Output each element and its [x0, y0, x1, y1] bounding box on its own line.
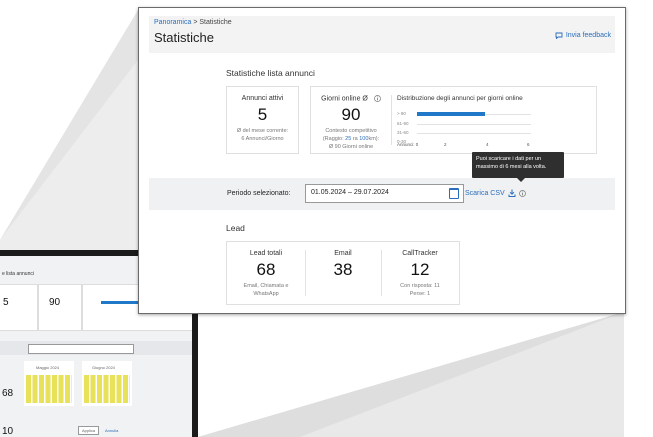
date-range-value: 01.05.2024 – 29.07.2024 — [311, 189, 389, 196]
period-label: Periodo selezionato: — [227, 190, 291, 197]
distribution-chart: Distribuzione degli annunci per giorni o… — [391, 87, 596, 153]
metric-note: Perse: 1 — [409, 291, 431, 297]
listings-section-title: Statistiche lista annunci — [226, 68, 315, 78]
metric-label: Annunci attivi — [241, 95, 284, 102]
distribution-row-label: 31-60 — [397, 130, 409, 135]
laptop-month-label: Maggio 2024 — [36, 365, 60, 370]
distribution-axis-label: 6 — [527, 142, 530, 147]
lead-card: Lead totali 68 Email, Chiamata e WhatsAp… — [226, 241, 460, 305]
laptop-period-band — [0, 341, 192, 355]
laptop-cancel-link: Annulla — [105, 428, 119, 433]
note-text: ra — [352, 136, 358, 142]
laptop-lead-value: 68 — [2, 388, 14, 399]
page-title: Statistiche — [154, 30, 214, 45]
metric-note: WhatsApp — [253, 291, 279, 297]
metric-value: 38 — [333, 260, 353, 279]
distribution-title: Distribuzione degli annunci per giorni o… — [397, 95, 523, 102]
distribution-row-label: > 90 — [397, 111, 406, 116]
laptop-card-online: 90 — [38, 284, 82, 331]
download-csv-label: Scarica CSV — [465, 189, 505, 197]
laptop-calendar-grid — [26, 375, 72, 403]
laptop-apply-button: Applica — [78, 426, 100, 435]
breadcrumb: Panoramica > Statistiche — [154, 19, 232, 26]
online-days-distribution-card: Giorni online Ø 90 Contesto competitivo … — [310, 86, 597, 154]
distribution-track — [417, 133, 531, 134]
distribution-axis-label: 2 — [444, 142, 447, 147]
laptop-month-label: Giugno 2024 — [92, 365, 115, 370]
metric-note: Ø del mese corrente: — [236, 128, 289, 134]
radius-min-link[interactable]: 25 — [345, 136, 351, 142]
distribution-bar — [417, 112, 485, 116]
note-text: (Raggio: — [322, 136, 344, 142]
comment-icon — [555, 32, 563, 39]
laptop-card-active: 5 — [0, 284, 38, 331]
laptop-bottom-value: 10 — [2, 426, 14, 437]
lead-calltracker-metric: CallTracker 12 Con risposta: 11 Perse: 1 — [381, 242, 459, 304]
laptop-calendar-grid — [84, 375, 130, 403]
metric-value: 5 — [257, 105, 268, 124]
metric-note-radius: (Raggio: 25 ra 100km): — [311, 135, 391, 143]
metric-note: 6 Annunci/Giorno — [241, 136, 284, 142]
metric-value: 90 — [341, 105, 361, 124]
metric-label: Giorni online Ø — [321, 95, 368, 103]
laptop-section-title: e lista annunci — [2, 271, 34, 277]
online-days-label-row: Giorni online Ø — [311, 95, 391, 102]
feedback-link[interactable]: Invia feedback — [555, 32, 611, 39]
metric-note: Contesto competitivo — [325, 128, 377, 134]
metric-value: 12 — [410, 260, 430, 279]
lead-total-metric: Lead totali 68 Email, Chiamata e WhatsAp… — [227, 242, 305, 304]
breadcrumb-current: Statistiche — [199, 19, 232, 26]
laptop-card-value: 90 — [49, 297, 61, 308]
csv-info-tooltip: Puoi scaricare i dati per un massimo di … — [472, 152, 564, 182]
statistics-window: Panoramica > Statistiche Statistiche Inv… — [138, 7, 626, 314]
online-days-metric: Giorni online Ø 90 Contesto competitivo … — [311, 87, 391, 153]
laptop-date-input — [28, 344, 134, 354]
tooltip-line: massimo di 6 mesi alla volta. — [476, 164, 547, 170]
download-icon — [508, 189, 516, 197]
breadcrumb-link-overview[interactable]: Panoramica — [154, 19, 191, 26]
feedback-label: Invia feedback — [565, 32, 611, 39]
active-listings-card: Annunci attivi 5 Ø del mese corrente: 6 … — [226, 86, 299, 154]
metric-label: Lead totali — [249, 250, 283, 257]
metric-label: Email — [334, 250, 352, 257]
laptop-calendar-month: Giugno 2024 — [82, 361, 132, 406]
tooltip-line: Puoi scaricare i dati per un — [476, 156, 542, 162]
metric-note: Con risposta: 11 — [400, 283, 440, 289]
date-range-input[interactable]: 01.05.2024 – 29.07.2024 — [305, 184, 464, 203]
metric-value: 68 — [256, 260, 276, 279]
tooltip-arrow — [517, 178, 525, 182]
distribution-axis-label: Annunci: 0 — [397, 142, 419, 147]
distribution-axis-label: 4 — [486, 142, 489, 147]
lead-email-metric: Email 38 — [305, 242, 381, 304]
distribution-track — [417, 124, 531, 125]
metric-note: Ø 90 Giorni online — [328, 144, 374, 150]
page-header: Panoramica > Statistiche Statistiche Inv… — [149, 16, 615, 53]
note-text: km): — [368, 136, 380, 142]
info-icon[interactable] — [518, 189, 526, 197]
laptop-card-value: 5 — [3, 297, 9, 308]
breadcrumb-separator: > — [193, 19, 198, 26]
distribution-row-label: 61-90 — [397, 121, 409, 126]
calendar-icon[interactable] — [449, 188, 459, 199]
download-csv-link[interactable]: Scarica CSV — [465, 189, 526, 197]
metric-label: CallTracker — [402, 250, 438, 257]
lead-section-title: Lead — [226, 223, 245, 233]
laptop-calendar-month: Maggio 2024 — [24, 361, 74, 406]
info-icon[interactable] — [373, 95, 381, 102]
period-selector-band: Periodo selezionato: 01.05.2024 – 29.07.… — [149, 178, 615, 210]
metric-note: Email, Chiamata e — [243, 283, 289, 289]
